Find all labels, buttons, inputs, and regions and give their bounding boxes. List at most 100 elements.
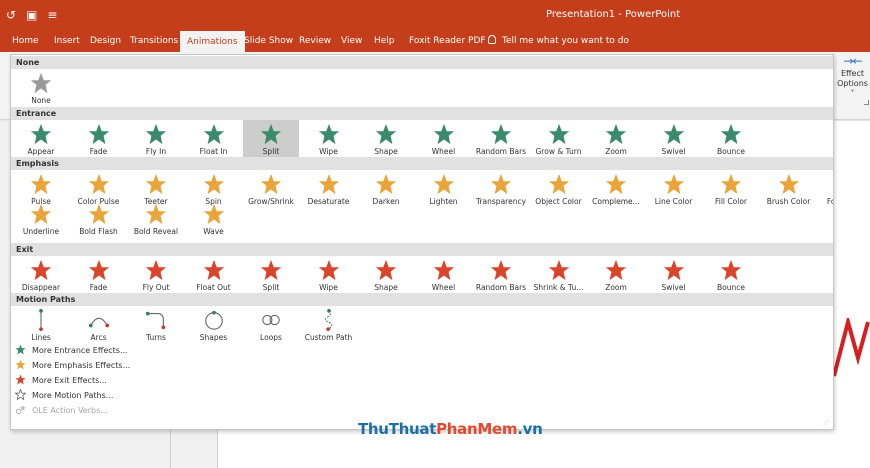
emphasis-underline[interactable]: Underline xyxy=(13,200,69,242)
entrance-zoom[interactable]: Zoom xyxy=(588,120,644,162)
motion-turns-icon xyxy=(145,311,166,330)
section-header-motion-paths: Motion Paths xyxy=(11,293,833,306)
entrance-swivel[interactable]: Swivel xyxy=(646,120,702,162)
animation-label: Float Out xyxy=(196,283,231,292)
dialog-launcher-icon[interactable] xyxy=(864,100,869,105)
exit-random-bars[interactable]: Random Bars xyxy=(473,256,529,298)
emphasis-wave[interactable]: Wave xyxy=(186,200,242,242)
undo-icon[interactable]: ↺ xyxy=(6,8,16,22)
emphasis-fill-color[interactable]: Fill Color xyxy=(703,170,759,212)
motion-custom-path[interactable]: Custom Path xyxy=(301,306,357,348)
tell-me-box[interactable]: Tell me what you want to do xyxy=(488,30,629,52)
emphasis-bold-flash-icon xyxy=(88,203,109,225)
exit-zoom[interactable]: Zoom xyxy=(588,256,644,298)
emphasis-bold-reveal[interactable]: Bold Reveal xyxy=(128,200,184,242)
presenter-icon[interactable]: ▣ xyxy=(26,8,37,22)
animation-label: Compleme... xyxy=(592,197,640,206)
motion-loops-icon xyxy=(262,314,280,326)
exit-wheel[interactable]: Wheel xyxy=(416,256,472,298)
more-exit-effects[interactable]: More Exit Effects... xyxy=(15,374,107,388)
none-none[interactable]: None xyxy=(13,69,69,111)
emphasis-grow-shrink-icon xyxy=(260,173,282,195)
entrance-bounce[interactable]: Bounce xyxy=(703,120,759,162)
exit-shrink-tu[interactable]: Shrink & Tu... xyxy=(531,256,587,298)
exit-float-out[interactable]: Float Out xyxy=(186,256,242,298)
emphasis-object-color[interactable]: Object Color xyxy=(531,170,587,212)
tab-view[interactable]: View xyxy=(341,30,362,52)
exit-shape[interactable]: Shape xyxy=(358,256,414,298)
emphasis-lighten[interactable]: Lighten xyxy=(416,170,472,212)
emphasis-darken[interactable]: Darken xyxy=(358,170,414,212)
motion-arcs[interactable]: Arcs xyxy=(71,306,127,348)
emphasis-line-color[interactable]: Line Color xyxy=(646,170,702,212)
tab-foxit-reader-pdf[interactable]: Foxit Reader PDF xyxy=(409,30,486,52)
entrance-grow-turn[interactable]: Grow & Turn xyxy=(531,120,587,162)
entrance-wipe[interactable]: Wipe xyxy=(301,120,357,162)
animation-label: Bold Reveal xyxy=(133,227,179,236)
entrance-bounce-icon xyxy=(720,123,742,145)
emphasis-brush-color[interactable]: Brush Color xyxy=(761,170,817,212)
animation-label: Lighten xyxy=(429,197,458,206)
resize-grip-icon[interactable]: ⋰ xyxy=(823,420,829,426)
animation-label: Zoom xyxy=(605,283,627,292)
motion-shapes-icon xyxy=(204,310,223,330)
exit-disappear-icon xyxy=(30,259,52,281)
entrance-float-in[interactable]: Float In xyxy=(186,120,242,162)
entrance-split-icon xyxy=(260,123,282,145)
exit-split[interactable]: Split xyxy=(243,256,299,298)
emphasis-transparency[interactable]: Transparency xyxy=(473,170,529,212)
exit-fade[interactable]: Fade xyxy=(71,256,127,298)
animation-label: Bold Flash xyxy=(79,227,118,236)
effect-options-button[interactable]: →← Effect Options ˅ xyxy=(835,55,870,99)
entrance-shape[interactable]: Shape xyxy=(358,120,414,162)
emphasis-font-color[interactable]: Font Color xyxy=(818,170,833,212)
tab-transitions[interactable]: Transitions xyxy=(130,30,178,52)
emphasis-teeter-icon xyxy=(145,173,167,195)
animation-label: Fly In xyxy=(145,147,167,156)
animation-label: Grow/Shrink xyxy=(248,197,294,206)
entrance-appear[interactable]: Appear xyxy=(13,120,69,162)
animation-label: Fade xyxy=(89,147,108,156)
motion-arcs-icon xyxy=(88,317,109,328)
emphasis-bold-flash[interactable]: Bold Flash xyxy=(71,200,127,242)
exit-fly-out[interactable]: Fly Out xyxy=(128,256,184,298)
tab-animations[interactable]: Animations xyxy=(180,30,245,52)
exit-bounce[interactable]: Bounce xyxy=(703,256,759,298)
more-entrance-effects[interactable]: More Entrance Effects... xyxy=(15,344,128,358)
tab-home[interactable]: Home xyxy=(12,30,39,52)
tab-slide-show[interactable]: Slide Show xyxy=(244,30,293,52)
emphasis-desaturate[interactable]: Desaturate xyxy=(301,170,357,212)
animation-label: None xyxy=(31,96,51,105)
watermark-part3: .vn xyxy=(517,420,543,438)
exit-swivel[interactable]: Swivel xyxy=(646,256,702,298)
animation-label: Random Bars xyxy=(475,283,527,292)
entrance-fade[interactable]: Fade xyxy=(71,120,127,162)
entrance-wheel[interactable]: Wheel xyxy=(416,120,472,162)
exit-wipe[interactable]: Wipe xyxy=(301,256,357,298)
motion-loops[interactable]: Loops xyxy=(243,306,299,348)
more-motion-paths[interactable]: More Motion Paths... xyxy=(15,389,113,403)
entrance-split[interactable]: Split xyxy=(243,120,299,162)
more-emphasis-effects[interactable]: More Emphasis Effects... xyxy=(15,359,130,373)
tab-review[interactable]: Review xyxy=(299,30,331,52)
motion-lines[interactable]: Lines xyxy=(13,306,69,348)
tab-insert[interactable]: Insert xyxy=(54,30,80,52)
red-star-icon xyxy=(15,374,26,385)
tab-design[interactable]: Design xyxy=(90,30,121,52)
tab-help[interactable]: Help xyxy=(374,30,395,52)
customize-qat-icon[interactable]: ≡ xyxy=(47,8,57,22)
animation-label: Shrink & Tu... xyxy=(533,283,584,292)
emphasis-grow-shrink[interactable]: Grow/Shrink xyxy=(243,170,299,212)
animation-label: Bounce xyxy=(717,283,745,292)
motion-lines-icon xyxy=(39,309,43,331)
entrance-random-bars[interactable]: Random Bars xyxy=(473,120,529,162)
effect-options-label-line1: Effect xyxy=(840,69,865,78)
entrance-fly-in[interactable]: Fly In xyxy=(128,120,184,162)
motion-turns[interactable]: Turns xyxy=(128,306,184,348)
emphasis-compleme[interactable]: Compleme... xyxy=(588,170,644,212)
animation-label: Font Color xyxy=(826,197,833,206)
exit-swivel-icon xyxy=(663,259,684,281)
exit-disappear[interactable]: Disappear xyxy=(13,256,69,298)
motion-shapes[interactable]: Shapes xyxy=(186,306,242,348)
animation-label: Fly Out xyxy=(142,283,170,292)
